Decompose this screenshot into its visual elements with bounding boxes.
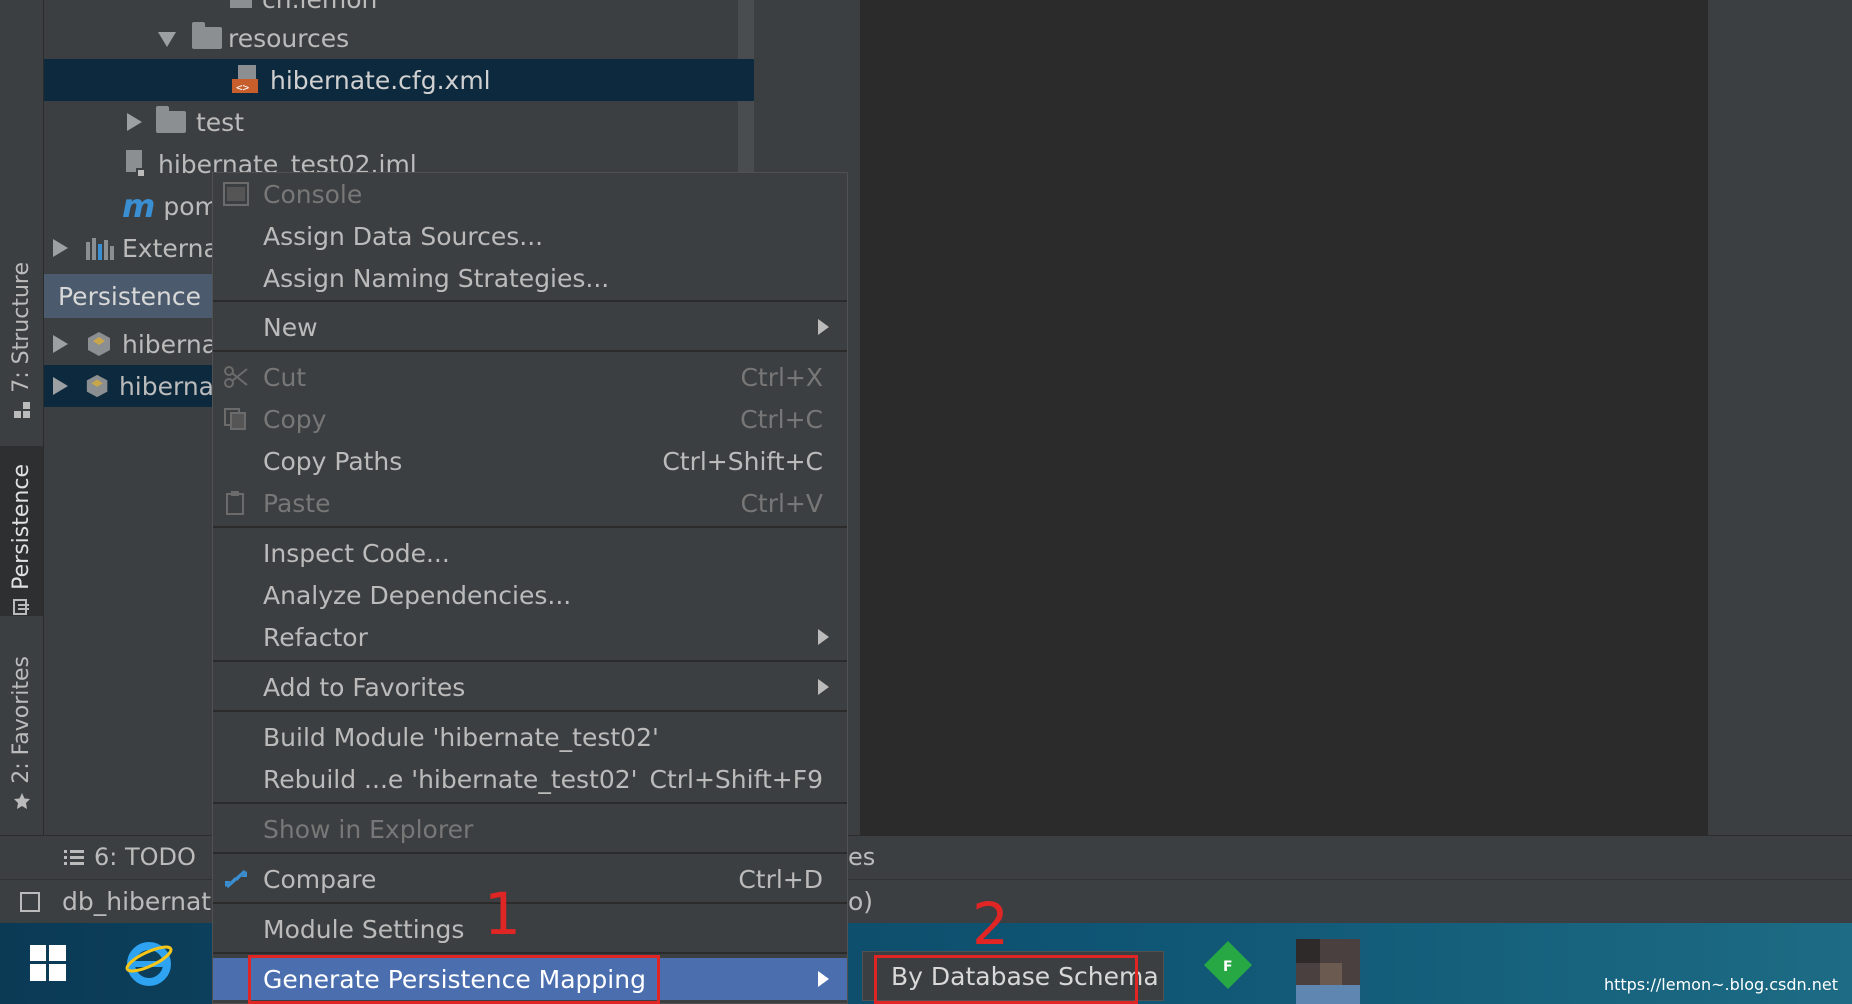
tab-favorites-label: 2: Favorites (9, 656, 34, 784)
menu-separator (213, 660, 847, 662)
menu-separator (213, 350, 847, 352)
menu-item-analyze-dependencies[interactable]: Analyze Dependencies... (213, 574, 847, 616)
todo-tab[interactable]: 6: TODO (94, 843, 196, 871)
persistence-panel-header: Persistence (44, 274, 214, 318)
tree-item-external-libraries[interactable]: External (50, 227, 226, 269)
expand-right-icon[interactable] (50, 239, 68, 257)
libraries-icon (86, 238, 114, 260)
tab-structure-label: 7: Structure (9, 262, 34, 393)
menu-item-paste[interactable]: Paste Ctrl+V (213, 482, 847, 524)
menu-item-module-settings[interactable]: Module Settings (213, 908, 847, 950)
tool-window-strip: 7: Structure Persistence 2: Favorites (0, 0, 44, 835)
menu-item-assign-data-sources[interactable]: Assign Data Sources... (213, 215, 847, 257)
tree-item-label: resources (228, 23, 350, 53)
tree-item-label: hibernate.cfg.xml (270, 65, 491, 95)
annotation-number-2: 2 (972, 890, 1009, 958)
svg-text:<>: <> (236, 81, 250, 94)
persistence-item-label: hiberna (122, 329, 218, 359)
clipboard-icon (226, 491, 244, 515)
internet-explorer-icon[interactable] (124, 939, 174, 987)
persistence-header-label: Persistence (58, 281, 201, 311)
persistence-item[interactable]: hiberna (50, 323, 217, 365)
menu-separator (213, 300, 847, 302)
tree-item-resources[interactable]: resources (158, 17, 349, 59)
status-db-label: db_hibernate (62, 887, 227, 916)
watermark-text: https://lemon~.blog.csdn.net (1603, 975, 1838, 994)
tree-item-test[interactable]: test (124, 101, 244, 143)
menu-item-refactor[interactable]: Refactor (213, 616, 847, 658)
menu-item-copy-paths[interactable]: Copy Paths Ctrl+Shift+C (213, 440, 847, 482)
menu-item-copy[interactable]: Copy Ctrl+C (213, 398, 847, 440)
test-folder-icon (156, 106, 186, 133)
menu-separator (213, 952, 847, 954)
submenu-arrow-icon (818, 971, 829, 987)
iml-file-icon (126, 150, 146, 178)
persistence-icon (12, 598, 29, 615)
expand-right-icon[interactable] (50, 377, 68, 395)
tab-persistence-label: Persistence (9, 464, 34, 590)
expand-right-icon[interactable] (50, 335, 68, 353)
right-gutter (1708, 0, 1852, 835)
scissors-icon (224, 366, 248, 388)
menu-separator (213, 710, 847, 712)
submenu-arrow-icon (818, 319, 829, 335)
persistence-item[interactable]: hiberna (44, 365, 214, 407)
expand-right-icon[interactable] (124, 113, 142, 131)
tree-item-label: pom (163, 191, 219, 221)
windows-start-icon[interactable] (30, 945, 66, 981)
annotation-number-1: 1 (484, 880, 521, 948)
editor-area[interactable] (860, 0, 1708, 835)
resources-folder-icon (192, 22, 222, 49)
partial-tab-label[interactable]: es (848, 843, 875, 871)
annotation-box-generate-mapping (248, 955, 660, 1004)
expand-down-icon[interactable] (158, 29, 176, 47)
tab-structure[interactable]: 7: Structure (0, 262, 43, 422)
menu-separator (213, 852, 847, 854)
tree-item-label: cn.lemon (262, 0, 377, 14)
hibernate-icon (86, 374, 108, 398)
tree-item-label: External (122, 233, 226, 263)
xml-file-icon: <> (232, 65, 258, 94)
menu-item-show-in-explorer[interactable]: Show in Explorer (213, 808, 847, 850)
menu-separator (213, 902, 847, 904)
copy-icon (224, 408, 246, 430)
menu-item-new[interactable]: New (213, 306, 847, 348)
tab-persistence[interactable]: Persistence (0, 446, 43, 616)
menu-item-rebuild[interactable]: Rebuild ...e 'hibernate_test02' Ctrl+Shi… (213, 758, 847, 800)
context-menu: Console Assign Data Sources... Assign Na… (212, 172, 848, 1004)
list-icon (64, 850, 84, 865)
menu-separator (213, 526, 847, 528)
star-icon (13, 792, 30, 809)
menu-item-add-to-favorites[interactable]: Add to Favorites (213, 666, 847, 708)
menu-item-inspect-code[interactable]: Inspect Code... (213, 532, 847, 574)
window-icon[interactable] (20, 892, 40, 912)
menu-item-console[interactable]: Console (213, 173, 847, 215)
tree-item-pom[interactable]: m pom (122, 185, 219, 227)
menu-item-build-module[interactable]: Build Module 'hibernate_test02' (213, 716, 847, 758)
menu-item-assign-naming[interactable]: Assign Naming Strategies... (213, 257, 847, 299)
svg-text:F: F (1223, 959, 1233, 975)
submenu-arrow-icon (818, 629, 829, 645)
status-partial-text: o) (848, 887, 874, 916)
menu-separator (213, 802, 847, 804)
pixelated-app-icon[interactable] (1296, 939, 1360, 1004)
menu-item-compare[interactable]: Compare Ctrl+D (213, 858, 847, 900)
compare-arrows-icon (225, 869, 247, 889)
app-f-icon[interactable]: F (1204, 941, 1252, 989)
tree-item-label: test (196, 107, 245, 137)
package-icon (230, 0, 252, 8)
persistence-item-label: hiberna (118, 371, 214, 401)
console-icon (223, 182, 249, 206)
tree-item-hibernate-cfg[interactable]: <> hibernate.cfg.xml (44, 59, 754, 101)
tab-favorites[interactable]: 2: Favorites (0, 656, 43, 816)
maven-icon: m (122, 187, 156, 225)
menu-item-cut[interactable]: Cut Ctrl+X (213, 356, 847, 398)
annotation-box-by-database-schema (874, 955, 1138, 1004)
structure-icon (13, 401, 30, 418)
hibernate-icon (88, 332, 110, 356)
submenu-arrow-icon (818, 679, 829, 695)
